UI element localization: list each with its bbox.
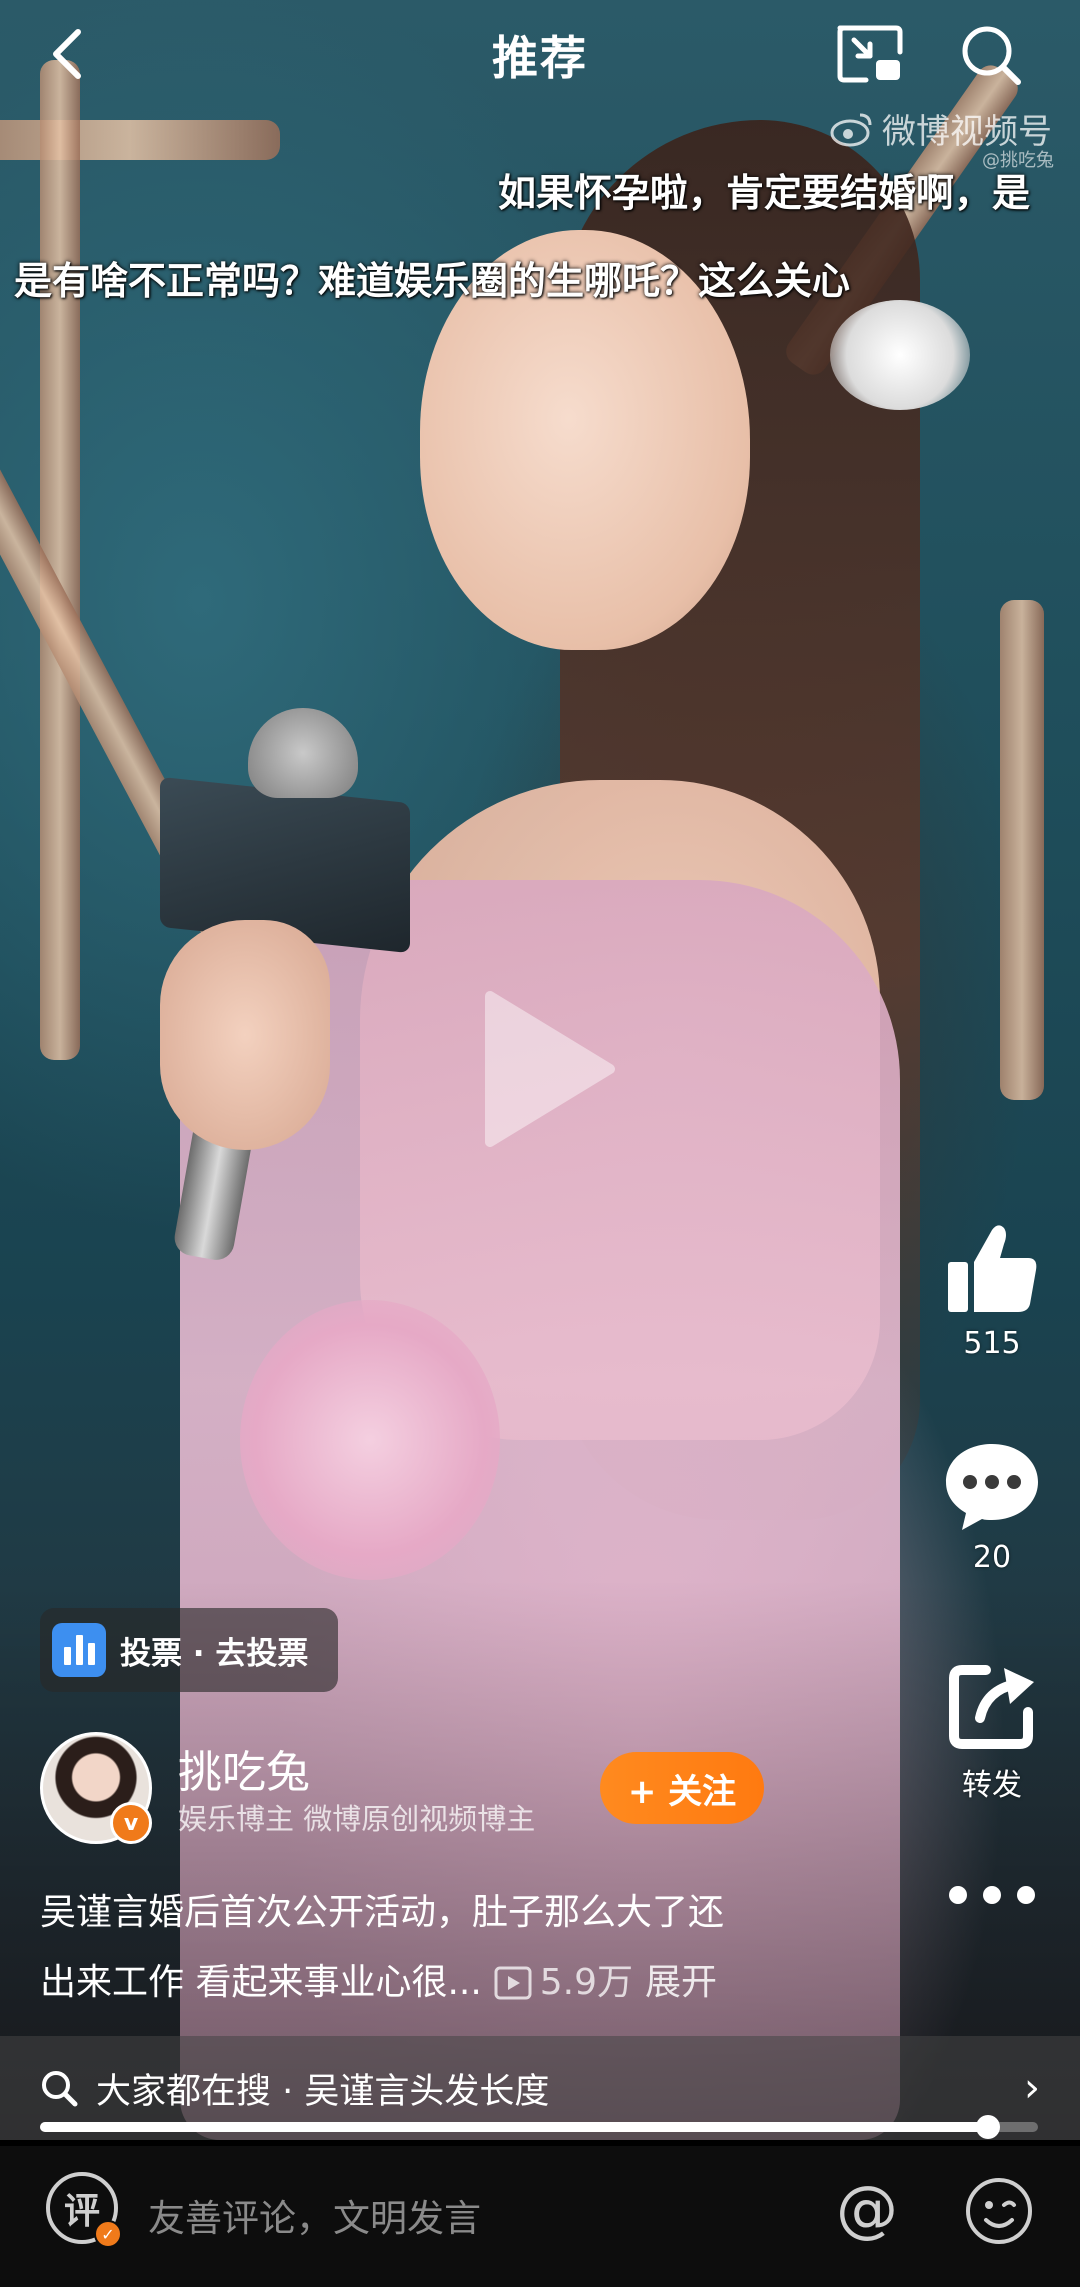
- backdrop-letter: [1000, 600, 1044, 1100]
- hand: [160, 920, 330, 1150]
- share-button[interactable]: 转发: [922, 1660, 1062, 1804]
- share-label: 转发: [962, 1768, 1022, 1803]
- caption-line: 吴谨言婚后首次公开活动，肚子那么大了还: [40, 1892, 725, 1933]
- trending-search-text: 大家都在搜 · 吴谨言头发长度: [96, 2071, 550, 2112]
- like-count: 515: [963, 1326, 1021, 1361]
- page-title: 推荐: [492, 31, 588, 85]
- search-icon: [962, 26, 1021, 85]
- progress-bar[interactable]: [40, 2115, 1038, 2139]
- author-tags: 娱乐博主 微博原创视频博主: [178, 1802, 536, 1836]
- verified-badge: v: [110, 1802, 152, 1844]
- weibo-logo-icon: [830, 113, 872, 146]
- vote-chip[interactable]: 投票 · 去投票: [40, 1608, 338, 1692]
- progress-knob[interactable]: [976, 2115, 1001, 2139]
- search-button[interactable]: [958, 22, 1024, 88]
- play-icon[interactable]: [470, 984, 620, 1154]
- author-name[interactable]: 挑吃兔: [178, 1736, 310, 1800]
- progress-fill: [40, 2122, 989, 2132]
- danmaku-comment: 如果怀孕啦，肯定要结婚啊，是: [498, 171, 1031, 215]
- hair-flower: [830, 300, 970, 410]
- more-button[interactable]: [922, 1880, 1062, 1914]
- like-button[interactable]: 515: [922, 1222, 1062, 1361]
- follow-button[interactable]: + 关注: [600, 1752, 764, 1824]
- bar-chart-icon: [52, 1623, 106, 1677]
- caption[interactable]: 吴谨言婚后首次公开活动，肚子那么大了还 出来工作 看起来事业心很... 5.9万…: [40, 1878, 860, 2018]
- comment-input-bar: 评 ✓ 友善评论，文明发言 @: [0, 2146, 1080, 2287]
- play-count: 5.9万: [494, 1948, 633, 2018]
- expand-link[interactable]: 展开: [645, 1948, 717, 2018]
- comment-input[interactable]: 友善评论，文明发言: [148, 2188, 481, 2242]
- thumbs-up-icon: [948, 1225, 1037, 1312]
- comment-button[interactable]: 20: [922, 1440, 1062, 1575]
- pip-icon: [837, 25, 903, 83]
- check-badge-icon: ✓: [94, 2220, 122, 2248]
- dress-flower: [240, 1300, 500, 1580]
- mention-button[interactable]: @: [836, 2178, 898, 2240]
- top-bar: 推荐: [0, 0, 1080, 110]
- search-icon: [42, 2071, 78, 2107]
- play-count-value: 5.9万: [539, 1962, 634, 2003]
- emoji-icon[interactable]: [964, 2176, 1034, 2246]
- comment-bubble-icon: [946, 1444, 1038, 1530]
- vote-label: 投票 · 去投票: [120, 1635, 309, 1672]
- microphone-head: [248, 708, 358, 798]
- caption-line: 出来工作 看起来事业心很...: [40, 1962, 482, 2003]
- more-dots-icon: [949, 1886, 1035, 1904]
- danmaku-comment: 是有啥不正常吗？难道娱乐圈的生哪吒？这么关心: [14, 259, 851, 303]
- chevron-right-icon: ›: [1024, 2065, 1040, 2111]
- pip-button[interactable]: [836, 22, 904, 86]
- comment-count: 20: [972, 1540, 1012, 1575]
- share-icon: [949, 1665, 1034, 1749]
- play-count-icon: [494, 1966, 532, 2000]
